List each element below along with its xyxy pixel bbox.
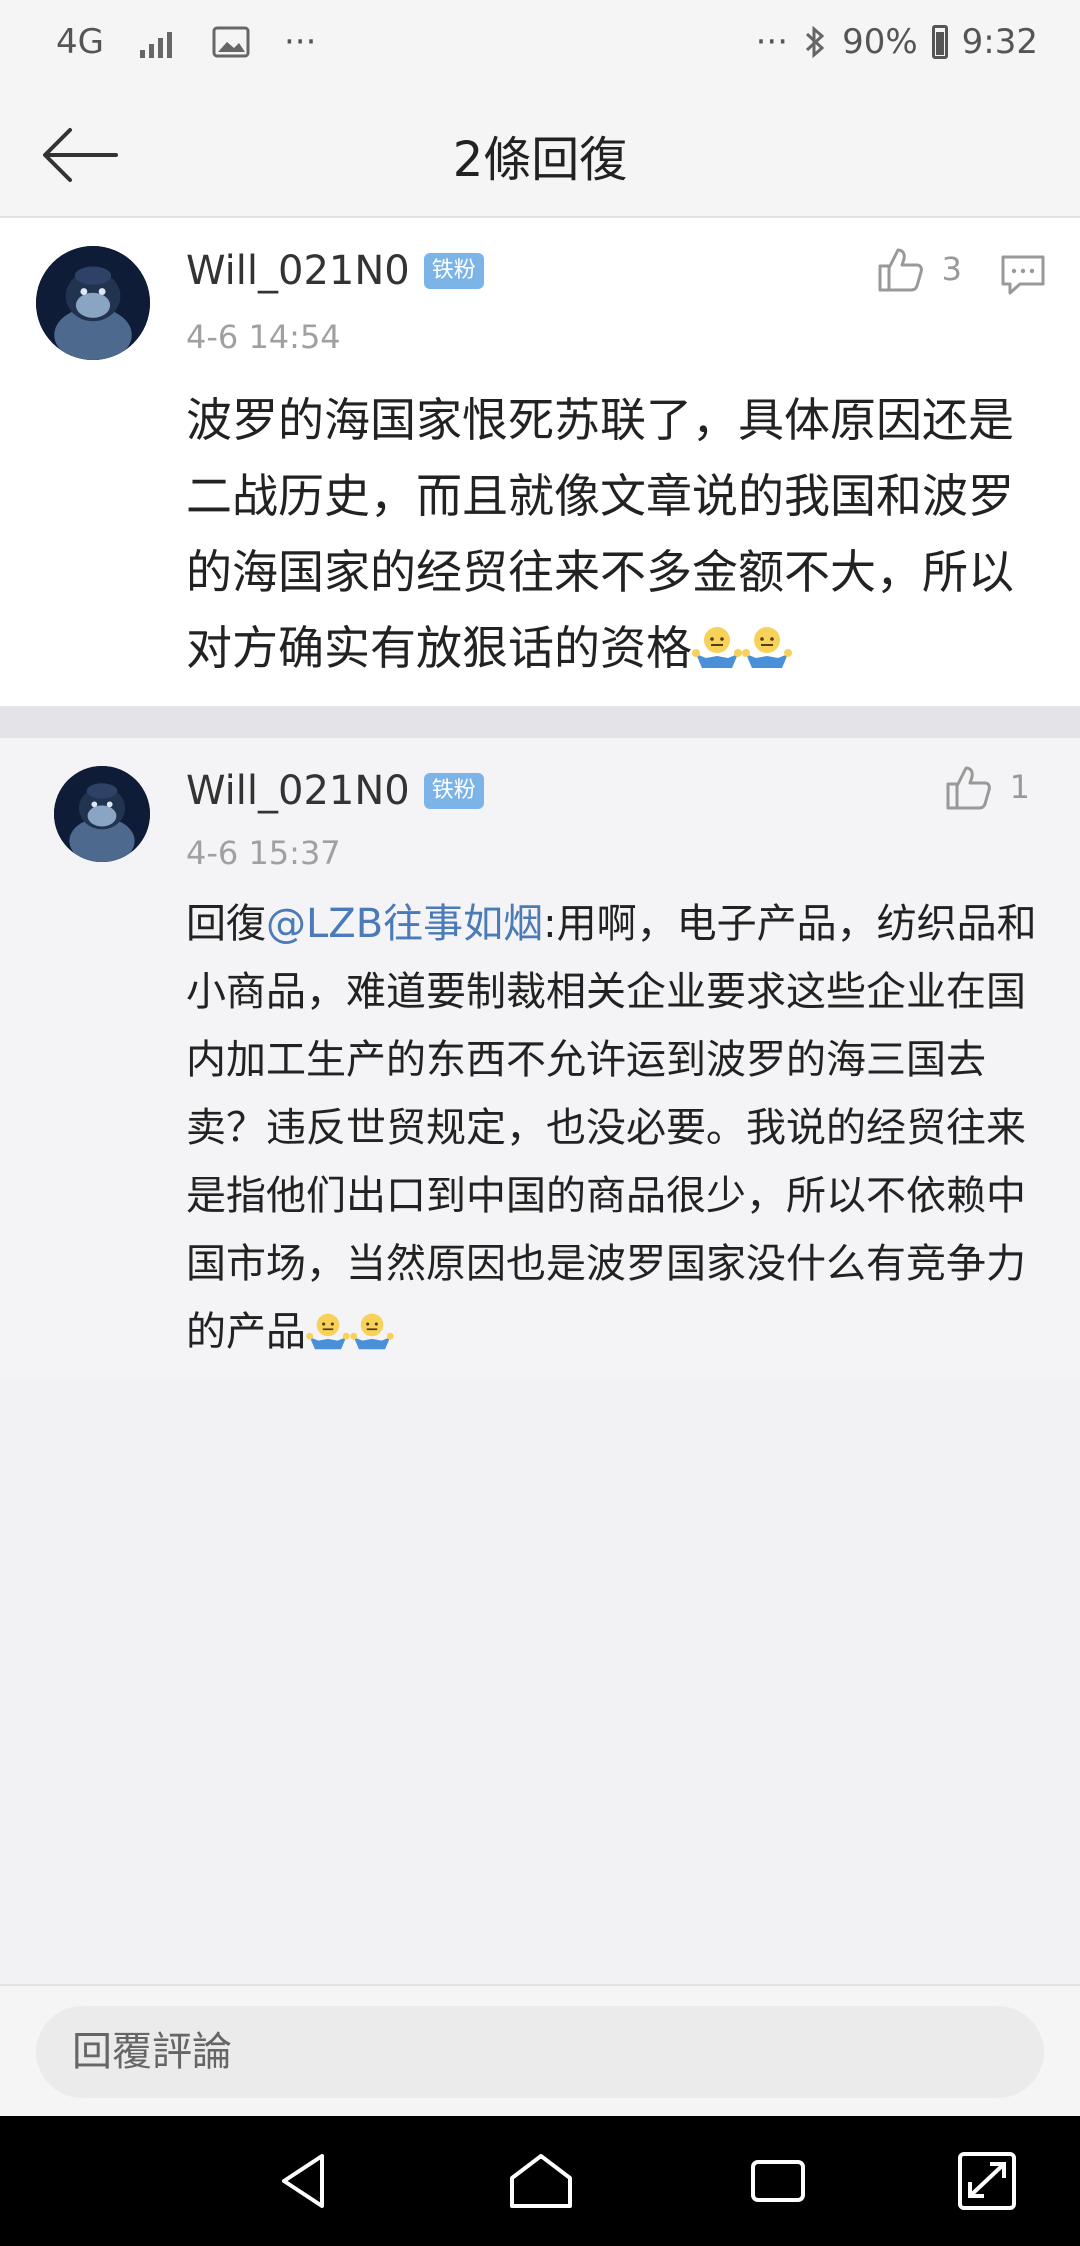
gorilla-avatar-icon: [54, 766, 150, 862]
nav-expand-button[interactable]: [952, 2148, 1022, 2214]
navigation-bar: [0, 2116, 1080, 2246]
status-bar: 4G ··· ··· 90% 9:32: [0, 0, 1080, 90]
nav-recents-button[interactable]: [744, 2148, 814, 2214]
avatar[interactable]: [54, 766, 150, 862]
timestamp: 4-6 14:54: [186, 318, 341, 356]
nav-back-button[interactable]: [272, 2148, 342, 2214]
mention-link[interactable]: @LZB往事如烟: [266, 901, 543, 947]
username[interactable]: Will_021N0: [186, 248, 410, 294]
more-status: ···: [755, 22, 789, 62]
network-indicator: 4G: [56, 22, 104, 62]
reply-prefix: 回復: [186, 901, 266, 947]
reply-card: Will_021N0 铁粉 4-6 15:37 1 回復@LZB往事如烟:用啊，…: [0, 738, 1080, 1380]
status-left: 4G ···: [56, 22, 316, 62]
header: 2條回復: [0, 90, 1080, 218]
thumbs-up-icon: [878, 248, 923, 292]
nav-expand-icon: [958, 2152, 1016, 2210]
signal-icon: [139, 32, 172, 58]
screen: 4G ··· ··· 90% 9:32 2條回復 Will_021N0 铁粉 4…: [0, 0, 1080, 2246]
author-row: Will_021N0 铁粉: [186, 248, 484, 294]
bluetooth-icon: [806, 25, 825, 59]
author-row: Will_021N0 铁粉: [186, 768, 484, 814]
nav-home-button[interactable]: [506, 2148, 576, 2214]
battery-icon: [931, 25, 948, 59]
comment-card: Will_021N0 铁粉 4-6 14:54 3 波罗的海国家恨死苏联了，具体…: [0, 218, 1080, 706]
shrug-emoji-icon: [692, 627, 742, 668]
shrug-emoji-icon: [742, 627, 792, 668]
avatar[interactable]: [36, 246, 150, 360]
battery-percent: 90%: [842, 22, 918, 62]
reply-input[interactable]: 回覆評論: [36, 2006, 1044, 2098]
reply-body: :用啊，电子产品，纺织品和小商品，难道要制裁相关企业要求这些企业在国内加工生产的…: [186, 901, 1037, 1355]
page-title: 2條回復: [452, 132, 628, 188]
reply-button[interactable]: [1000, 254, 1046, 300]
gorilla-avatar-icon: [36, 246, 150, 360]
reply-bar: 回覆評論: [0, 1984, 1080, 2116]
like-count: 1: [1009, 768, 1030, 806]
shrug-emoji-icon: [306, 1313, 350, 1350]
nav-recents-icon: [751, 2160, 805, 2202]
like-button[interactable]: 1: [944, 764, 1030, 810]
more-notifications: ···: [283, 22, 317, 62]
comment-text: 波罗的海国家恨死苏联了，具体原因还是二战历史，而且就像文章说的我国和波罗的海国家…: [186, 382, 1040, 686]
clock: 9:32: [961, 22, 1038, 62]
like-button[interactable]: 3: [876, 246, 962, 292]
nav-home-icon: [510, 2154, 572, 2208]
nav-back-icon: [282, 2154, 324, 2208]
section-divider: [0, 706, 1080, 738]
reply-text: 回復@LZB往事如烟:用啊，电子产品，纺织品和小商品，难道要制裁相关企业要求这些…: [186, 890, 1040, 1366]
comment-body: 波罗的海国家恨死苏联了，具体原因还是二战历史，而且就像文章说的我国和波罗的海国家…: [186, 393, 1014, 675]
status-right: ··· 90% 9:32: [756, 22, 1038, 62]
like-count: 3: [941, 250, 962, 288]
thumbs-up-icon: [946, 766, 991, 810]
fan-badge: 铁粉: [423, 253, 484, 289]
username[interactable]: Will_021N0: [186, 768, 410, 814]
comment-icon: [1001, 255, 1045, 295]
shrug-emoji-icon: [350, 1313, 394, 1350]
image-notification-icon: [212, 26, 250, 58]
timestamp: 4-6 15:37: [186, 834, 341, 872]
fan-badge: 铁粉: [423, 773, 484, 809]
